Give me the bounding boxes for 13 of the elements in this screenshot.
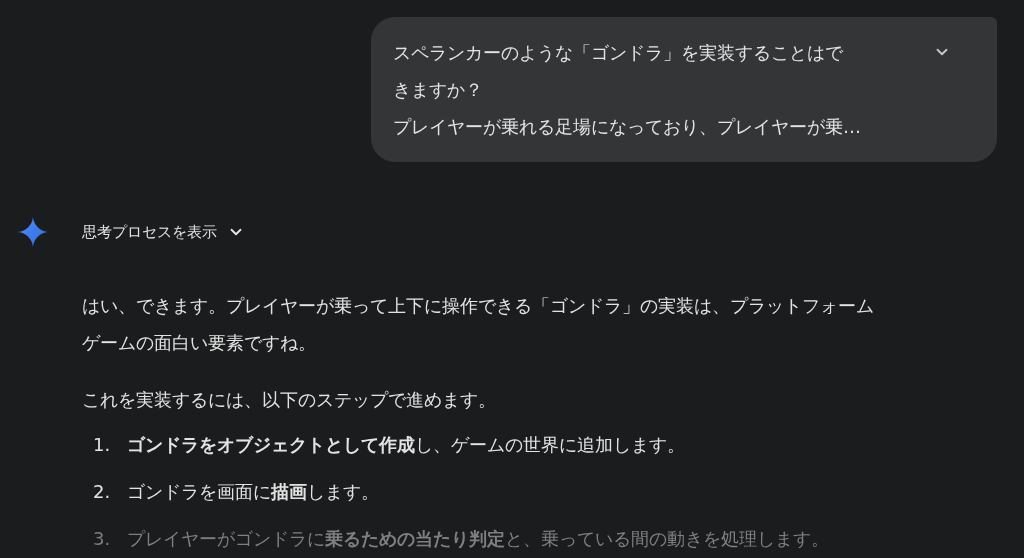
message-text: プレイヤーが乗れる足場になっており、プレイヤーが乗…	[393, 115, 862, 139]
message-text: スペランカーのような「ゴンドラ」を実装することはで	[393, 41, 844, 65]
list-item-text: プレイヤーがゴンドラに乗るための当たり判定と、乗っている間の動きを処理します。	[127, 527, 829, 551]
show-thinking-button[interactable]: 思考プロセスを表示	[82, 220, 245, 244]
sparkle-icon	[18, 217, 48, 247]
list-number: 2.	[93, 480, 112, 504]
list-number: 3.	[93, 527, 112, 551]
paragraph: はい、できます。プレイヤーが乗って上下に操作できる「ゴンドラ」の実装は、プラットフォーム ゲームの面白い要素ですね。	[82, 294, 875, 355]
paragraph: これを実装するには、以下のステップで進めます。	[82, 388, 497, 412]
message-text: きますか？	[393, 78, 484, 102]
list-item-text: ゴンドラをオブジェクトとして作成し、ゲームの世界に追加します。	[127, 433, 685, 457]
list-item-text: ゴンドラを画面に描画します。	[127, 480, 379, 504]
list-number: 1.	[93, 433, 112, 457]
